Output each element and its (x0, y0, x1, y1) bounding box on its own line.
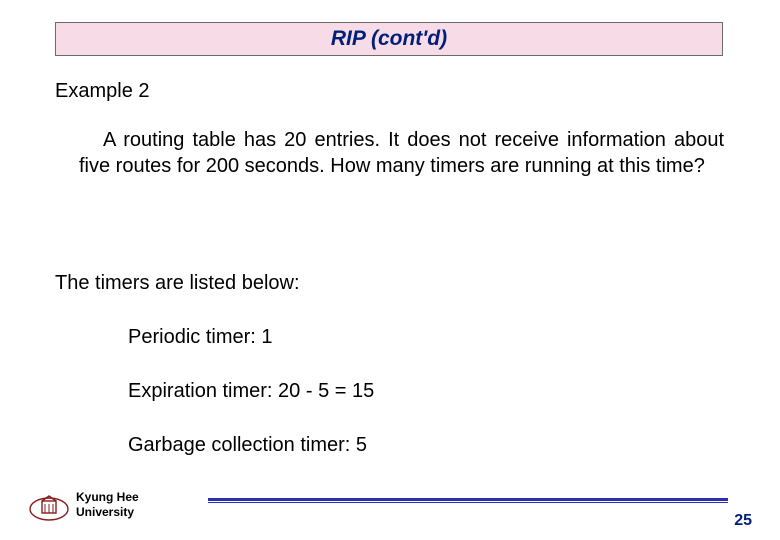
university-line-1: Kyung Hee (76, 490, 139, 504)
title-bar: RIP (cont'd) (55, 22, 723, 56)
page-number: 25 (734, 512, 752, 530)
university-line-2: University (76, 505, 134, 519)
university-name: Kyung Hee University (76, 490, 139, 520)
periodic-timer-line: Periodic timer: 1 (128, 326, 273, 349)
example-label: Example 2 (55, 80, 150, 103)
footer-divider (208, 498, 728, 503)
university-logo (28, 493, 70, 521)
garbage-timer-line: Garbage collection timer: 5 (128, 434, 367, 457)
answer-intro: The timers are listed below: (55, 272, 300, 295)
question-text: A routing table has 20 entries. It does … (79, 128, 724, 179)
expiration-timer-line: Expiration timer: 20 - 5 = 15 (128, 380, 374, 403)
slide-title: RIP (cont'd) (331, 27, 447, 51)
